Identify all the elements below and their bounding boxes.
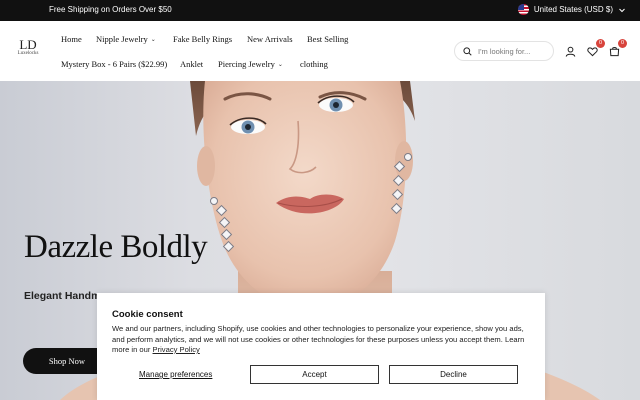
logo-wordmark: Luxelocks xyxy=(17,51,39,56)
nav-home[interactable]: Home xyxy=(61,34,82,44)
cookie-consent-dialog: Cookie consent We and our partners, incl… xyxy=(97,293,545,400)
search-input[interactable] xyxy=(478,46,548,56)
hero-title: Dazzle Boldly xyxy=(24,229,208,265)
account-icon xyxy=(565,46,575,57)
cart-icon xyxy=(609,46,619,56)
nav-clothing[interactable]: clothing xyxy=(300,59,328,69)
cookie-title: Cookie consent xyxy=(112,309,183,320)
cart-button[interactable]: 0 xyxy=(607,39,627,58)
nav-label: Best Selling xyxy=(307,34,349,44)
nav-label: New Arrivals xyxy=(247,34,293,44)
decline-button[interactable]: Decline xyxy=(389,365,518,384)
chevron-down-icon xyxy=(619,8,625,12)
heart-icon xyxy=(586,46,598,56)
us-flag-icon xyxy=(517,4,529,15)
search-icon xyxy=(463,46,472,56)
wishlist-count-badge: 0 xyxy=(596,39,605,48)
promo-text: Free Shipping on Orders Over $50 xyxy=(49,5,172,14)
chevron-down-icon: ⌄ xyxy=(150,36,156,43)
announcement-bar: Free Shipping on Orders Over $50 United … xyxy=(0,0,640,21)
privacy-policy-link[interactable]: Privacy Policy xyxy=(153,345,200,354)
nav-label: Nipple Jewelry xyxy=(96,34,148,44)
wishlist-button[interactable]: 0 xyxy=(585,39,605,58)
search-bar[interactable] xyxy=(454,41,554,61)
nav-label: Home xyxy=(61,34,82,44)
accept-button[interactable]: Accept xyxy=(250,365,379,384)
cookie-body: We and our partners, including Shopify, … xyxy=(112,324,532,356)
nav-fake-belly-rings[interactable]: Fake Belly Rings xyxy=(173,34,232,44)
nav-mystery-box[interactable]: Mystery Box - 6 Pairs ($22.99) xyxy=(61,59,167,69)
nav-best-selling[interactable]: Best Selling xyxy=(307,34,348,44)
nav-nipple-jewelry[interactable]: Nipple Jewelry ⌄ xyxy=(96,34,156,44)
nav-label: Mystery Box - 6 Pairs ($22.99) xyxy=(61,59,168,69)
nav-label: Piercing Jewelry xyxy=(218,59,275,69)
nav-label: Anklet xyxy=(180,59,204,69)
manage-preferences-link[interactable]: Manage preferences xyxy=(139,370,212,379)
account-button[interactable] xyxy=(563,44,577,58)
hero-subtitle: Elegant Handmade xyxy=(24,290,98,302)
site-header: LD Luxelocks Home Nipple Jewelry ⌄ Fake B… xyxy=(0,21,640,81)
cart-count-badge: 0 xyxy=(618,39,627,48)
nav-new-arrivals[interactable]: New Arrivals xyxy=(247,34,293,44)
region-selector[interactable]: United States (USD $) xyxy=(517,4,626,15)
logo-mark: LD xyxy=(19,37,37,52)
nav-label: Fake Belly Rings xyxy=(173,34,233,44)
chevron-down-icon: ⌄ xyxy=(277,61,283,68)
nav-label: clothing xyxy=(300,59,328,69)
region-label: United States (USD $) xyxy=(533,5,613,14)
nav-piercing-jewelry[interactable]: Piercing Jewelry ⌄ xyxy=(218,59,283,69)
nav-anklet[interactable]: Anklet xyxy=(180,59,203,69)
logo[interactable]: LD Luxelocks xyxy=(14,38,42,56)
